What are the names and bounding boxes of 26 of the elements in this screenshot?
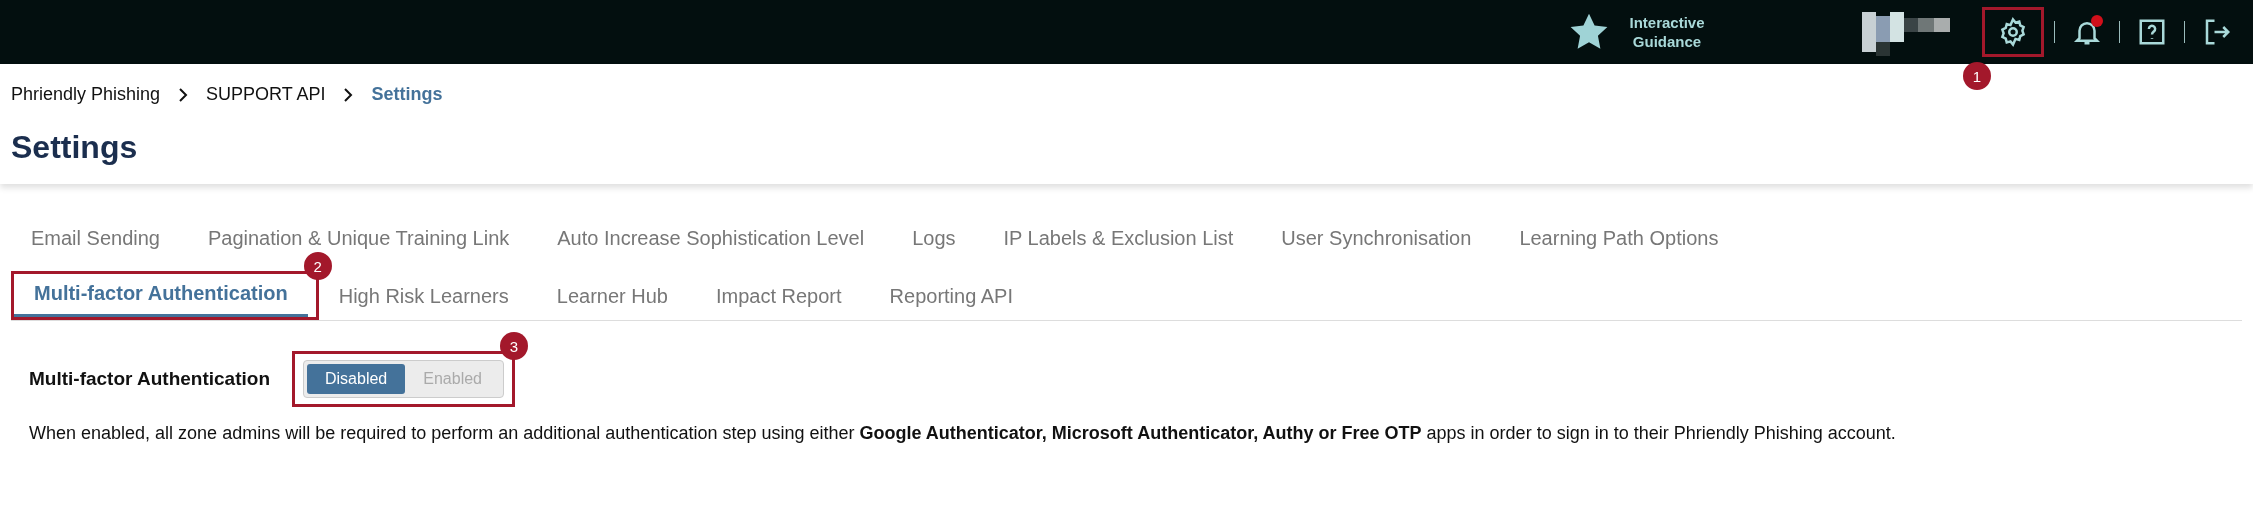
chevron-icon [178, 87, 189, 102]
settings-tab[interactable]: IP Labels & Exclusion List [983, 219, 1254, 262]
settings-icon [1998, 17, 2028, 47]
callout-number: 1 [1963, 62, 1991, 90]
breadcrumb-link[interactable]: Settings [371, 84, 443, 105]
settings-tab[interactable]: Learning Path Options [1499, 219, 1739, 262]
settings-tab[interactable]: Reporting API [869, 277, 1033, 320]
page-title: Settings [11, 129, 139, 166]
settings-tab[interactable]: Auto Increase Sophistication Level [537, 219, 885, 262]
breadcrumb-link[interactable]: Phriendly Phishing [11, 84, 161, 105]
toggle-option[interactable]: Disabled [307, 364, 406, 394]
settings-tab[interactable]: Email Sending [11, 219, 180, 262]
settings-tab[interactable]: Multi-factor Authentication [14, 274, 308, 317]
setting-label: Multi-factor Authentication [29, 368, 270, 390]
interactive-guidance-link[interactable]: Interactive Guidance [1622, 13, 1712, 51]
callout-number: 2 [303, 252, 332, 280]
settings-tab[interactable]: User Synchronisation [1261, 219, 1492, 262]
callout-number: 3 [500, 332, 528, 360]
setting-description: When enabled, all zone admins will be required to perform an additional authentication step using either Google Authenticator, Microsoft Authenticator, Authy or Free OTP apps in order to sign in to their Phriendly Phishing account. [29, 423, 1897, 444]
settings-tab[interactable]: Logs [892, 219, 976, 262]
chevron-icon [343, 87, 354, 102]
settings-tab[interactable]: High Risk Learners [318, 277, 529, 320]
settings-tab[interactable]: Impact Report [695, 277, 862, 320]
help-icon [2137, 17, 2167, 47]
breadcrumb-link[interactable]: SUPPORT API [206, 84, 326, 105]
settings-tab[interactable]: Learner Hub [536, 277, 688, 320]
